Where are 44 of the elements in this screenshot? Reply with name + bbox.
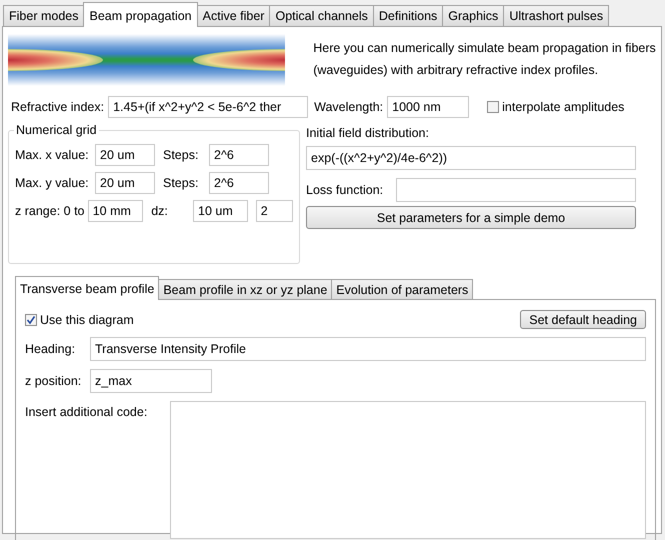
field-label: Refractive index: [11, 100, 104, 114]
field-label: Loss function: [306, 183, 384, 197]
field-label: Max. y value: [15, 176, 90, 190]
tab[interactable]: Optical channels [269, 5, 374, 26]
tab[interactable]: Beam propagation [83, 2, 198, 27]
intro-text: Here you can numerically simulate beam propagation in fibers (waveguides) with arbitrary refractive index profiles. [313, 40, 656, 79]
tab[interactable]: Graphics [442, 5, 504, 26]
field-label: Steps: [163, 148, 200, 162]
checkbox-label: interpolate amplitudes [502, 100, 624, 114]
input-field[interactable]: 1.45+(if x^2+y^2 < 5e-6^2 ther [108, 96, 308, 118]
tab[interactable]: Evolution of parameters [331, 279, 474, 299]
input-field[interactable]: z_max [90, 369, 212, 393]
demo-button[interactable]: Set parameters for a simple demo [306, 206, 636, 229]
field-label: Max. x value: [15, 148, 90, 162]
input-field[interactable]: 20 um [95, 172, 155, 194]
input-field[interactable]: 10 um [193, 200, 248, 222]
field-label: z position: [25, 374, 82, 388]
input-field[interactable]: 10 mm [88, 200, 144, 222]
field-label: Insert additional code: [25, 405, 148, 419]
tab[interactable]: Ultrashort pulses [503, 5, 610, 26]
input-field[interactable]: 2^6 [209, 172, 269, 194]
field-label: Heading: [25, 342, 76, 356]
group-title: Numerical grid [14, 123, 99, 137]
checkbox[interactable] [487, 101, 500, 113]
field-label: dz: [151, 204, 169, 218]
input-field[interactable]: 2^6 [209, 144, 269, 166]
field-label: Steps: [163, 176, 200, 190]
checkbox-label: Use this diagram [40, 312, 134, 326]
tab[interactable]: Definitions [372, 5, 444, 26]
tab[interactable]: Beam profile in xz or yz plane [158, 279, 332, 299]
input-field[interactable]: 2 [256, 200, 293, 222]
input-field[interactable]: Transverse Intensity Profile [90, 337, 646, 361]
field-label: z range: 0 to [15, 204, 86, 218]
default-heading-button[interactable]: Set default heading [520, 310, 646, 329]
tab[interactable]: Active fiber [196, 5, 270, 26]
field-label: Initial field distribution: [306, 126, 430, 140]
input-field[interactable]: 20 um [95, 144, 155, 166]
field-label: Wavelength: [314, 100, 384, 114]
input-field[interactable] [396, 178, 636, 202]
input-field[interactable]: exp(-((x^2+y^2)/4e-6^2)) [306, 146, 636, 170]
tab[interactable]: Fiber modes [3, 5, 84, 26]
input-field[interactable]: 1000 nm [387, 96, 470, 118]
checkbox[interactable] [25, 314, 37, 326]
tab[interactable]: Transverse beam profile [15, 276, 160, 300]
